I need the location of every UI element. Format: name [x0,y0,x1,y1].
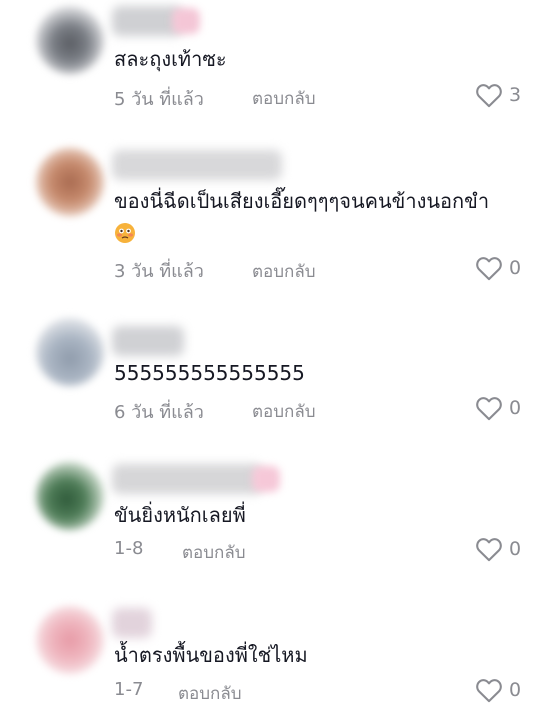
comment-list: สละถุงเท้าซะ 5 วัน ที่แล้ว ตอบกลับ 3 ของ… [0,0,553,728]
avatar[interactable] [36,462,104,530]
heart-outline-icon [476,679,502,703]
comment-text-content: ของนี่ฉีดเป็นเสียงเอี๊ยดๆๆๆจนคนข้างนอกขำ [114,189,490,213]
comment-text: 555555555555555 [114,361,305,385]
like-count: 0 [509,538,522,560]
like-count: 3 [509,84,522,106]
like-count: 0 [509,257,522,279]
comment-time: 5 วัน ที่แล้ว [114,89,204,110]
reply-button[interactable]: ตอบกลับ [252,85,316,112]
comment-time: 3 วัน ที่แล้ว [114,261,204,282]
comment-text: ขันยิ่งหนักเลยพี่ [114,503,246,527]
heart-outline-icon [476,397,502,421]
avatar[interactable] [36,6,104,74]
username-blurred[interactable] [112,608,152,638]
username-blurred[interactable] [112,326,184,356]
comment-text: สละถุงเท้าซะ [114,47,227,71]
username-badge-blurred [252,466,280,492]
like-button[interactable]: 0 [475,255,521,281]
like-button[interactable]: 3 [475,82,521,108]
username-blurred[interactable] [112,150,282,180]
heart-outline-icon [476,257,502,281]
like-count: 0 [509,679,522,701]
heart-outline-icon [476,84,502,108]
reply-button[interactable]: ตอบกลับ [252,398,316,425]
like-count: 0 [509,397,522,419]
like-button[interactable]: 0 [475,677,521,703]
reply-button[interactable]: ตอบกลับ [178,680,242,707]
heart-outline-icon [476,538,502,562]
comment-time: 6 วัน ที่แล้ว [114,402,204,423]
comment-time: 1-8 [114,538,144,559]
comment-text: ของนี่ฉีดเป็นเสียงเอี๊ยดๆๆๆจนคนข้างนอกขำ [114,186,524,246]
username-badge-blurred [172,8,200,34]
comment-text: น้ำตรงพื้นของพี่ใช่ไหม [114,643,308,667]
avatar[interactable] [36,148,104,216]
avatar[interactable] [36,606,104,674]
reply-button[interactable]: ตอบกลับ [182,539,246,566]
avatar[interactable] [36,318,104,386]
comment-time: 1-7 [114,679,144,700]
username-blurred[interactable] [112,464,262,494]
like-button[interactable]: 0 [475,395,521,421]
flushed-face-emoji-icon [115,222,135,243]
reply-button[interactable]: ตอบกลับ [252,258,316,285]
like-button[interactable]: 0 [475,536,521,562]
